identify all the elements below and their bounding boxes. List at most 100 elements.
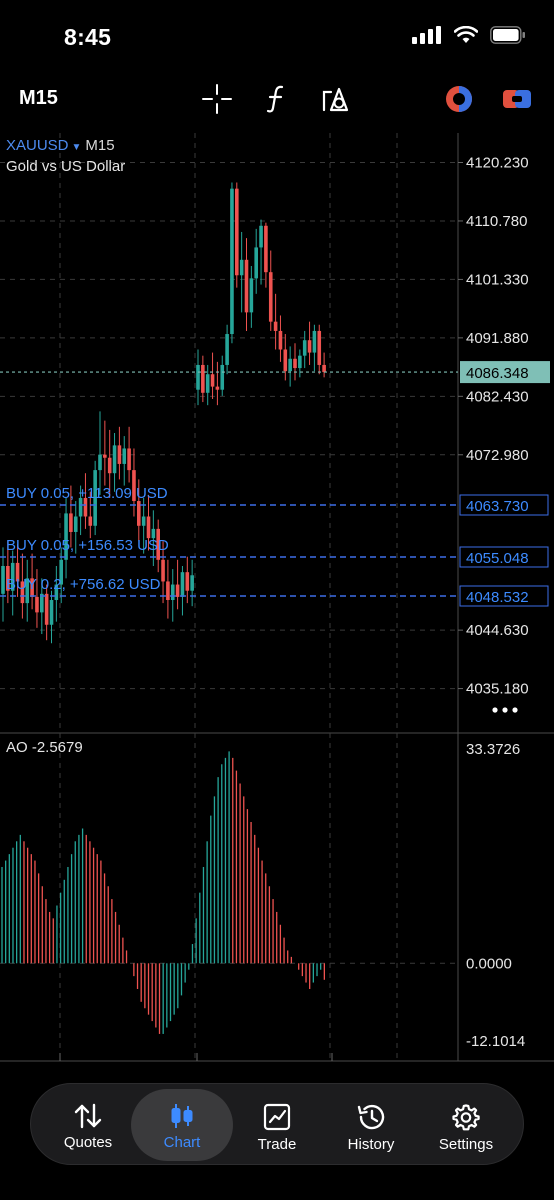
price-scale-label: 4091.880 [466,330,529,347]
chart-mode-button[interactable] [500,82,534,116]
candle-body [35,596,39,613]
chart-candles-icon [171,1104,193,1128]
indicator-scale-label: 33.3726 [466,741,520,758]
candle-body [103,454,107,458]
candle-body [69,513,73,532]
chart-mode-icon [503,90,531,108]
crosshair-button[interactable] [200,82,234,116]
candle-body [235,188,239,276]
price-scale-label: 4072.980 [466,447,529,464]
candle-body [161,559,165,582]
candle-body [293,358,297,369]
candle-body [268,272,273,322]
one-click-trading-icon [446,86,472,112]
candle-body [215,386,220,390]
candle-body [259,225,263,248]
candle-body [107,457,112,474]
candle-body [170,584,175,601]
candle-body [122,448,127,464]
price-scale-label: 4101.330 [466,271,529,288]
objects-button[interactable] [318,82,352,116]
candle-body [44,593,49,625]
position-label: BUY 0.2, +756.62 USD [6,576,161,593]
position-price-label: 4055.048 [466,550,529,567]
candle-body [205,374,210,393]
candle-body [166,581,170,601]
candle-body [220,364,225,390]
candle-body [298,355,302,369]
price-chart[interactable]: 4120.230 4110.780 4101.330 4091.880 4082.430… [0,133,554,1063]
candle-body [146,516,151,539]
bottom-tab-bar: Quotes Chart Trade History Settings [30,1083,524,1165]
indicators-button[interactable] [259,82,293,116]
symbol-dropdown-icon[interactable]: ▼ [72,142,82,153]
candle-body [225,334,229,365]
candle-body [264,225,268,273]
price-scale-label: 4110.780 [466,213,527,230]
symbol-header[interactable]: XAUUSD ▼ M15 [6,137,115,154]
candle-body [175,584,180,597]
current-price-label: 4086.348 [466,365,529,382]
candle-body [249,278,254,313]
price-scale-label: 4044.630 [466,622,529,639]
symbol-name[interactable]: XAUUSD [6,137,69,154]
indicator-label: AO -2.5679 [6,739,83,756]
candle-body [307,340,312,353]
candle-body [288,358,292,372]
candle-body [127,448,131,471]
tab-quotes-label: Quotes [63,1134,113,1151]
position-price-label: 4063.730 [466,498,529,515]
tab-settings-label: Settings [438,1136,494,1153]
candle-body [49,600,54,625]
quotes-icon [74,1103,102,1129]
tab-trade-label: Trade [257,1136,297,1153]
candle-body [312,330,317,353]
candle-body [88,516,93,526]
candle-body [273,321,278,331]
candle-body [302,340,307,356]
tab-trade[interactable]: Trade [226,1089,328,1161]
one-click-trading-button[interactable] [442,82,476,116]
candle-body [185,572,190,591]
price-scale-label: 4082.430 [466,388,529,405]
tab-history-label: History [347,1136,395,1153]
candle-body [322,364,326,373]
candle-body [201,364,205,393]
indicators-icon [266,85,284,113]
status-icons [412,26,526,44]
settings-gear-icon [452,1104,480,1131]
candle-body [278,330,283,350]
price-scale-label: 4120.230 [466,155,529,172]
trade-icon [263,1103,291,1131]
candle-body [190,575,194,591]
candle-body [1,565,5,594]
tab-settings[interactable]: Settings [415,1089,517,1161]
tab-chart-label: Chart [163,1134,201,1151]
candle-body [210,374,215,387]
cellular-signal-icon [412,26,441,44]
candle-body [112,445,117,474]
tab-quotes[interactable]: Quotes [37,1089,139,1161]
more-options-icon[interactable] [488,698,522,722]
candle-body [283,349,288,372]
timeframe-selector[interactable]: M15 [19,87,58,110]
candle-body [244,259,249,313]
candle-body [317,330,322,365]
candle-body [230,188,234,335]
price-scale-label: 4035.180 [466,681,529,698]
candle-body [141,516,146,526]
candle-body [196,364,200,390]
candle-body [73,516,78,532]
history-icon [357,1104,385,1130]
wifi-icon [454,26,478,43]
indicator-scale-label: -12.1014 [466,1033,525,1050]
chart-area[interactable]: 4120.230 4110.780 4101.330 4091.880 4082.430… [0,133,554,1063]
chart-timeframe: M15 [85,137,115,154]
indicator-scale-label: 0.0000 [466,955,512,972]
crosshair-icon [202,84,232,114]
tab-history[interactable]: History [320,1089,422,1161]
position-price-label: 4048.532 [466,589,529,606]
symbol-description: Gold vs US Dollar [6,158,126,175]
tab-chart[interactable]: Chart [131,1089,233,1161]
candle-body [98,454,102,471]
